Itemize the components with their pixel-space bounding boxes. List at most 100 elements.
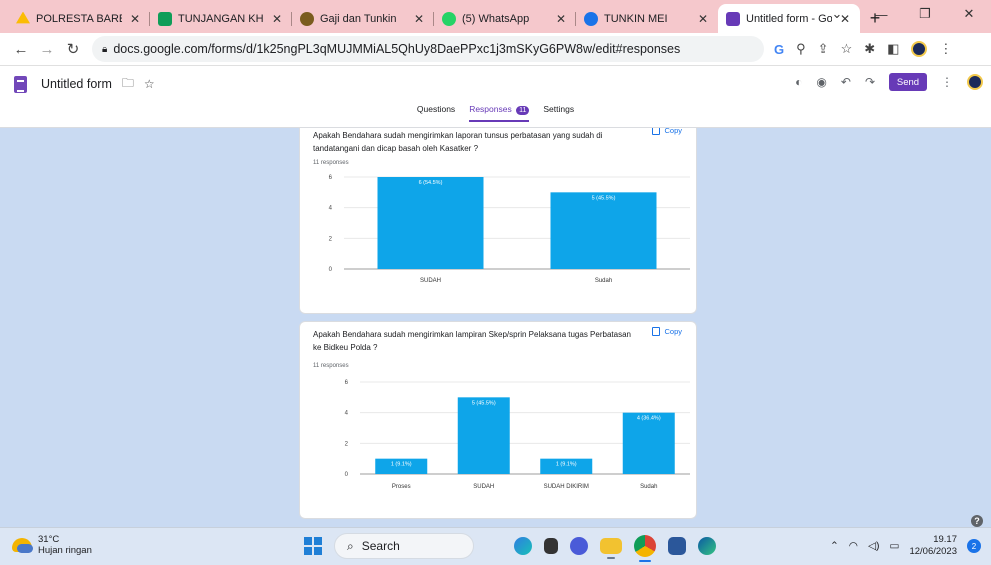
more-icon[interactable]: ⋮ (941, 75, 953, 89)
notification-badge[interactable]: 2 (967, 539, 981, 553)
google-icon[interactable]: G (774, 42, 784, 57)
y-tick-label: 6 (329, 175, 333, 181)
browser-tab-3[interactable]: Gaji dan Tunkin ✕ (292, 4, 434, 33)
y-tick-label: 4 (329, 206, 333, 212)
y-tick-label: 2 (329, 236, 333, 242)
tab-strip: POLRESTA BARELA✕ TUNJANGAN KHUS✕ Gaji da… (0, 0, 991, 33)
x-tick-label: SUDAH (473, 484, 494, 490)
bar (457, 397, 510, 474)
copy-icon (652, 327, 661, 336)
weather-icon (12, 538, 33, 553)
clock[interactable]: 19.17 12/06/2023 (909, 534, 957, 558)
browser-tab-4[interactable]: (5) WhatsApp ✕ (434, 4, 576, 33)
bar-data-label: 1 (9.1%) (556, 462, 577, 468)
copy-chart-button[interactable]: Copy (652, 128, 682, 135)
tab-responses[interactable]: Responses 11 (469, 104, 530, 122)
sidepanel-icon[interactable]: ◧ (887, 41, 899, 57)
bar (622, 412, 675, 474)
tab-questions[interactable]: Questions (417, 104, 455, 122)
menu-icon[interactable]: ⋮ (939, 41, 952, 57)
reload-button[interactable]: ↻ (60, 40, 86, 58)
extensions-icon[interactable]: ✱ (864, 41, 875, 57)
y-tick-label: 2 (345, 441, 349, 447)
y-tick-label: 0 (329, 267, 333, 273)
window-controls: ⌄ — ❐ ✕ (815, 0, 991, 28)
minimize-button[interactable]: — (859, 0, 903, 28)
bing-icon[interactable] (514, 537, 532, 555)
browser-tab-1[interactable]: POLRESTA BARELA✕ (8, 4, 150, 33)
start-icon[interactable] (304, 537, 322, 555)
chevron-up-icon[interactable]: ⌃ (830, 540, 839, 552)
x-tick-label: SUDAH DIKIRIM (544, 484, 589, 490)
url-field[interactable]: 🔒︎ docs.google.com/forms/d/1k25ngPL3qMUJ… (92, 36, 764, 62)
response-count: 11 responses (313, 160, 349, 166)
close-icon[interactable]: ✕ (696, 12, 710, 26)
bar-data-label: 5 (45.5%) (592, 195, 616, 201)
preview-eye-icon[interactable]: ◉ (816, 75, 826, 89)
star-icon[interactable]: ☆ (144, 77, 155, 91)
response-count: 11 responses (313, 363, 349, 369)
close-icon[interactable]: ✕ (412, 12, 426, 26)
address-bar: ← → ↻ 🔒︎ docs.google.com/forms/d/1k25ngP… (0, 33, 991, 66)
weather-widget[interactable]: 31°C Hujan ringan (12, 534, 92, 556)
taskbar-search[interactable]: ⌕ Search (334, 533, 474, 559)
toolbar-icons: G ⚲ ⇪ ☆ ✱ ◧ ⋮ (774, 41, 952, 57)
copy-icon (652, 128, 661, 135)
tab-settings[interactable]: Settings (543, 104, 574, 122)
question-card: Apakah Bendahara sudah mengirimkan lampi… (299, 321, 697, 519)
bar-chart: 0 2 4 6 6 (54.5%) SUDAH 5 (45.5%) Sudah (329, 175, 690, 284)
browser-tab-2[interactable]: TUNJANGAN KHUS✕ (150, 4, 292, 33)
undo-icon[interactable]: ↶ (841, 75, 851, 89)
file-explorer-icon[interactable] (600, 538, 622, 559)
badge-icon (300, 11, 314, 26)
bar (377, 177, 484, 269)
close-icon[interactable]: ✕ (554, 12, 568, 26)
wifi-icon[interactable]: ◠ (849, 540, 858, 552)
back-button[interactable]: ← (8, 41, 34, 58)
close-icon[interactable]: ✕ (128, 12, 142, 26)
zoom-icon[interactable]: ⚲ (796, 41, 806, 57)
bar-data-label: 4 (36.4%) (637, 416, 661, 422)
forms-logo-icon[interactable] (14, 75, 27, 93)
browser-tab-5[interactable]: TUNKIN MEI ✕ (576, 4, 718, 33)
folder-icon[interactable]: 🗀 (122, 74, 134, 95)
bar-data-label: 1 (9.1%) (391, 462, 412, 468)
share-icon[interactable]: ⇪ (818, 41, 829, 57)
x-tick-label: Sudah (595, 278, 612, 284)
palette-icon[interactable]: ◐ (795, 75, 802, 89)
restore-button[interactable]: ❐ (903, 0, 947, 28)
lock-icon: 🔒︎ (102, 43, 108, 55)
copy-chart-button[interactable]: Copy (652, 327, 682, 336)
account-avatar[interactable] (967, 74, 983, 90)
profile-avatar[interactable] (911, 41, 928, 57)
battery-icon[interactable]: ▭ (890, 540, 900, 552)
word-icon[interactable] (668, 537, 686, 555)
chevron-down-icon[interactable]: ⌄ (815, 0, 859, 28)
close-window-button[interactable]: ✕ (947, 0, 991, 28)
star-icon[interactable]: ☆ (841, 41, 853, 57)
chat-icon[interactable] (570, 537, 588, 555)
redo-icon[interactable]: ↷ (865, 75, 875, 89)
volume-icon[interactable]: ◁) (868, 540, 880, 552)
taskbar: 31°C Hujan ringan ⌕ Search ⌃ ◠ ◁) ▭ 19.17 1… (0, 527, 991, 565)
send-button[interactable]: Send (889, 73, 927, 91)
browser-window: POLRESTA BARELA✕ TUNJANGAN KHUS✕ Gaji da… (0, 0, 991, 565)
sheets-icon (158, 11, 172, 26)
chrome-icon[interactable] (634, 535, 656, 562)
bar-chart: 0 2 4 6 1 (9.1%) Proses 5 (45.5%) SUDAH 1 (9.1%)… (345, 380, 690, 490)
drive-icon (16, 11, 30, 24)
close-icon[interactable]: ✕ (270, 12, 284, 26)
bar-data-label: 6 (54.5%) (419, 180, 443, 186)
media-icon[interactable] (544, 538, 558, 554)
form-header: Untitled form 🗀 ☆ ◐ ◉ ↶ ↷ Send ⋮ Questio… (0, 66, 991, 128)
help-icon[interactable]: ? (971, 515, 983, 527)
x-tick-label: Sudah (640, 484, 657, 490)
form-tabs: Questions Responses 11 Settings (0, 104, 991, 122)
y-tick-label: 6 (345, 380, 349, 386)
responses-panel: Apakah Bendahara sudah mengirimkan lapor… (0, 128, 991, 527)
form-title[interactable]: Untitled form (41, 77, 112, 91)
question-text: Apakah Bendahara sudah mengirimkan lapor… (313, 131, 603, 153)
forward-button[interactable]: → (34, 41, 60, 58)
edge-icon[interactable] (698, 537, 716, 555)
y-tick-label: 0 (345, 472, 349, 478)
